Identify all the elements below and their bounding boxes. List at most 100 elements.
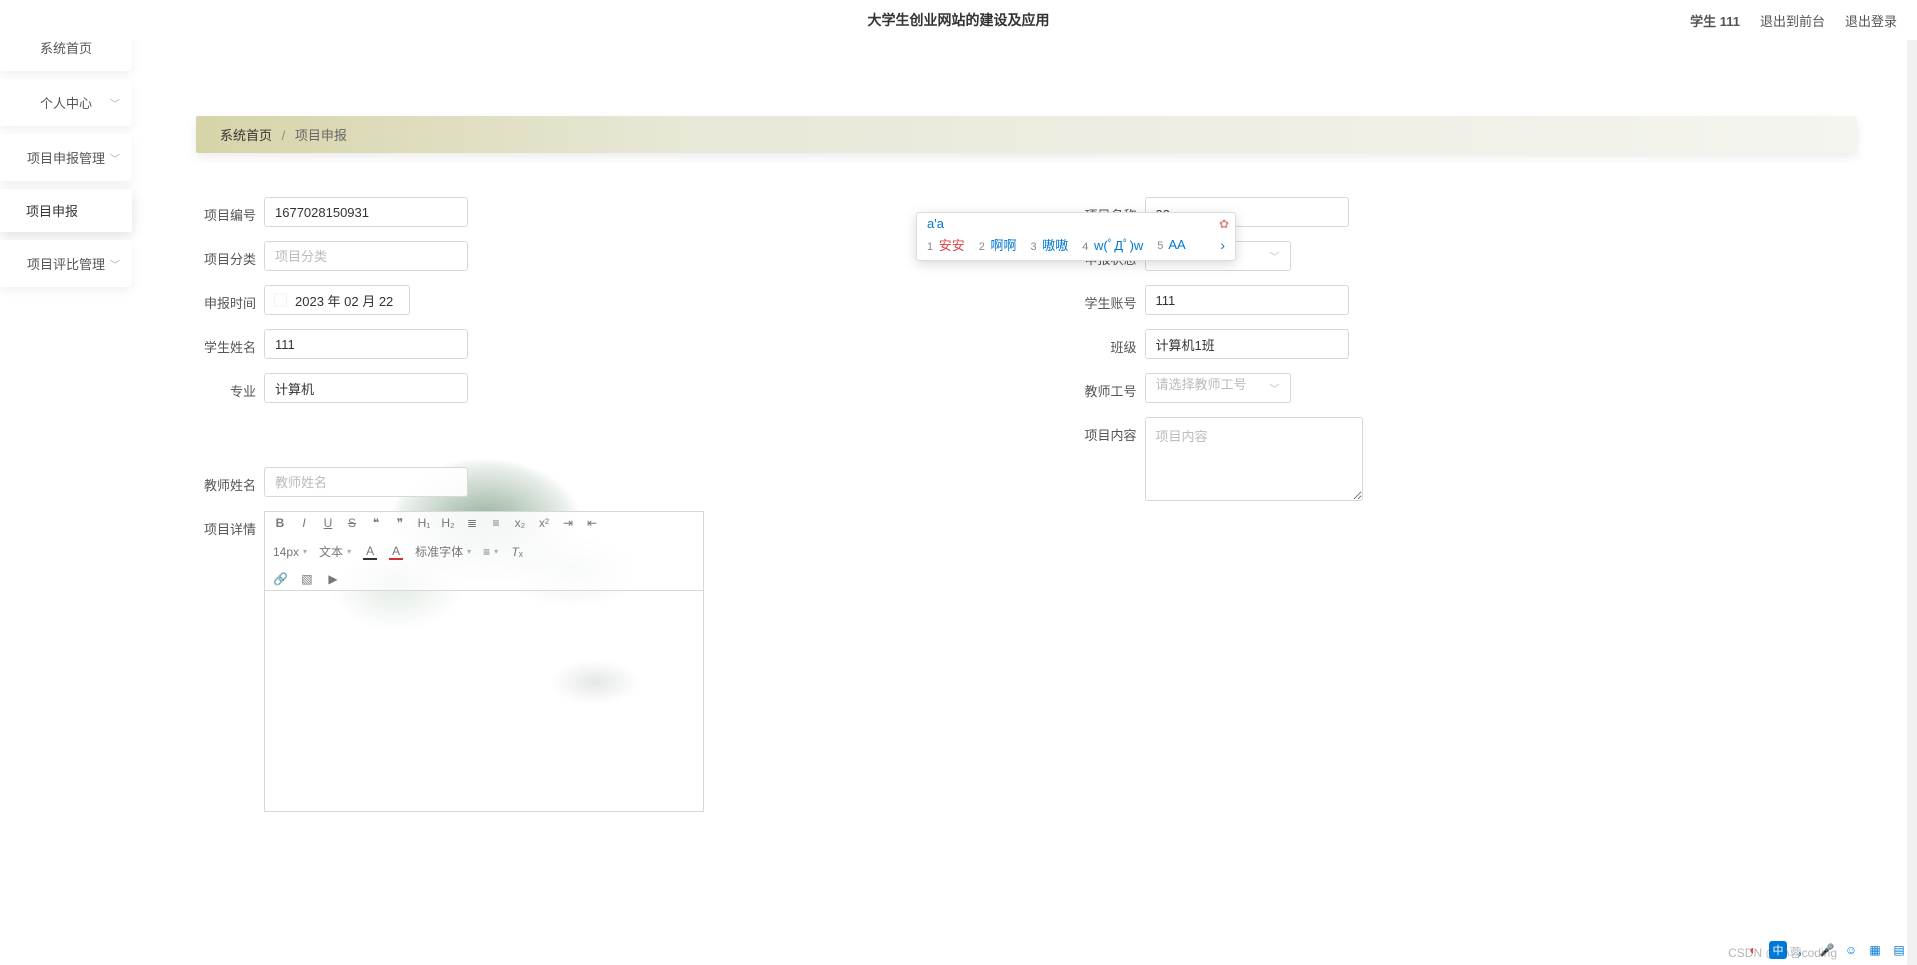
ime-close-icon[interactable]: ✿ [1219, 217, 1229, 231]
ime-candidate-2[interactable]: 2 啊啊 [979, 235, 1017, 254]
chevron-down-icon: ﹀ [1270, 249, 1280, 264]
teacher-id-select[interactable]: 请选择教师工号 ﹀ [1145, 373, 1291, 403]
video-button[interactable]: ▶ [326, 572, 340, 586]
rich-text-editor: B I U S ❝ ❞ H₁ H₂ ≣ ≡ x₂ x² ⇥ ⇤ [264, 511, 704, 812]
sidebar-item-label: 个人中心 [40, 96, 92, 111]
standard-font-select[interactable]: 标准字体 ▾ [415, 543, 471, 560]
tray-app-icon[interactable]: ▤ [1891, 942, 1907, 958]
project-content-label: 项目内容 [1077, 417, 1137, 444]
teacher-name-input[interactable] [264, 467, 468, 497]
ime-candidates-row: 1 安安 2 啊啊 3 嗷嗷 4 w(ﾟДﾟ)w 5 AA › [917, 231, 1235, 260]
align-select[interactable]: ≡▾ [483, 545, 498, 559]
tray-punct-icon[interactable]: ， [1795, 942, 1811, 958]
teacher-id-placeholder: 请选择教师工号 [1156, 377, 1247, 392]
chevron-down-icon: ▾ [347, 547, 351, 556]
underline-button[interactable]: U [321, 516, 335, 530]
breadcrumb: 系统首页 / 项目申报 [196, 116, 1857, 153]
sidebar-item-label: 项目申报 [26, 204, 78, 219]
sidebar-item-project-review-mgmt[interactable]: 项目评比管理 ﹀ [0, 240, 132, 287]
ime-candidate-num: 4 [1082, 241, 1088, 253]
exit-to-front-link[interactable]: 退出到前台 [1760, 11, 1825, 30]
header-right-links: 学生 111 退出到前台 退出登录 [1690, 0, 1897, 40]
chevron-down-icon: ▾ [494, 547, 498, 556]
italic-button[interactable]: I [297, 516, 311, 530]
breadcrumb-separator: / [282, 128, 286, 143]
ime-candidate-1[interactable]: 1 安安 [927, 235, 965, 254]
tray-face-icon[interactable]: ☺ [1843, 942, 1859, 958]
ime-candidate-popup: ✿ a'a 1 安安 2 啊啊 3 嗷嗷 4 w(ﾟДﾟ)w 5 AA › [916, 212, 1236, 261]
bold-button[interactable]: B [273, 516, 287, 530]
chevron-down-icon: ﹀ [110, 95, 120, 110]
sidebar-item-project-apply-mgmt[interactable]: 项目申报管理 ﹀ [0, 134, 132, 181]
major-label: 专业 [196, 373, 256, 400]
ime-candidate-4[interactable]: 4 w(ﾟДﾟ)w [1082, 235, 1143, 254]
font-size-value: 14px [273, 545, 299, 559]
editor-body[interactable] [265, 591, 703, 811]
app-title: 大学生创业网站的建设及应用 [868, 10, 1050, 30]
ordered-list-button[interactable]: ≡ [489, 516, 503, 530]
h2-button[interactable]: H₂ [441, 516, 455, 530]
top-header: 大学生创业网站的建设及应用 学生 111 退出到前台 退出登录 [0, 0, 1917, 40]
student-name-label: 学生姓名 [196, 329, 256, 356]
font-size-select[interactable]: 14px ▾ [273, 545, 307, 559]
sidebar-subitem-project-apply[interactable]: 项目申报 [0, 189, 132, 232]
project-content-textarea[interactable] [1145, 417, 1363, 501]
form-left-column: 项目编号 项目分类 申报时间 学生姓名 专业 [196, 197, 977, 826]
indent-button[interactable]: ⇥ [561, 516, 575, 530]
ime-composition: a'a [917, 213, 1235, 231]
class-input[interactable] [1145, 329, 1349, 359]
clear-format-button[interactable]: Tₓ [510, 545, 524, 559]
ime-candidate-3[interactable]: 3 嗷嗷 [1031, 235, 1069, 254]
subscript-button[interactable]: x₂ [513, 516, 527, 530]
bg-color-button[interactable]: A [389, 544, 403, 560]
ime-candidate-5[interactable]: 5 AA [1157, 237, 1185, 252]
apply-time-label: 申报时间 [196, 285, 256, 312]
sidebar-item-personal-center[interactable]: 个人中心 ﹀ [0, 79, 132, 126]
project-detail-label: 项目详情 [196, 511, 256, 538]
ime-candidate-word: w(ﾟДﾟ)w [1094, 238, 1143, 253]
strikethrough-button[interactable]: S [345, 516, 359, 530]
image-button[interactable]: ▧ [300, 572, 314, 586]
quote-button[interactable]: ❝ [369, 516, 383, 530]
chevron-down-icon: ﹀ [1270, 381, 1280, 396]
teacher-name-label: 教师姓名 [196, 467, 256, 494]
logout-link[interactable]: 退出登录 [1845, 11, 1897, 30]
font-color-button[interactable]: A [363, 544, 377, 560]
superscript-button[interactable]: x² [537, 516, 551, 530]
breadcrumb-wrap: 系统首页 / 项目申报 [196, 116, 1857, 153]
form-area: 项目编号 项目分类 申报时间 学生姓名 专业 [196, 197, 1857, 826]
form-right-column: 项目名称 申报状态 ﹀ 学生账号 班级 教师工号 请选择教师工号 [1077, 197, 1858, 826]
project-no-label: 项目编号 [196, 197, 256, 224]
code-button[interactable]: ❞ [393, 516, 407, 530]
tray-folder-icon[interactable]: ▦ [1867, 942, 1883, 958]
main-content: 系统首页 / 项目申报 项目编号 项目分类 申报时间 [132, 40, 1917, 965]
teacher-id-label: 教师工号 [1077, 373, 1137, 400]
ime-candidate-num: 1 [927, 241, 933, 253]
unordered-list-button[interactable]: ≣ [465, 516, 479, 530]
chevron-down-icon: ▾ [467, 547, 471, 556]
link-button[interactable]: 🔗 [273, 572, 288, 586]
sidebar-item-label: 项目申报管理 [27, 151, 105, 166]
student-account-input[interactable] [1145, 285, 1349, 315]
sidebar: 系统首页 个人中心 ﹀ 项目申报管理 ﹀ 项目申报 项目评比管理 ﹀ [0, 0, 132, 965]
chevron-down-icon: ▾ [303, 547, 307, 556]
project-no-input[interactable] [264, 197, 468, 227]
system-tray: ◐ 中 ， 🎤 ☺ ▦ ▤ [1745, 941, 1907, 959]
h1-button[interactable]: H₁ [417, 516, 431, 530]
breadcrumb-home[interactable]: 系统首页 [220, 128, 272, 143]
class-label: 班级 [1077, 329, 1137, 356]
ime-more-icon[interactable]: › [1220, 237, 1225, 253]
font-family-select[interactable]: 文本 ▾ [319, 543, 351, 560]
tray-mic-icon[interactable]: 🎤 [1819, 942, 1835, 958]
student-label[interactable]: 学生 111 [1690, 11, 1740, 30]
project-category-input[interactable] [264, 241, 468, 271]
apply-time-input[interactable] [264, 285, 410, 315]
ime-candidate-word: 安安 [939, 238, 965, 253]
outdent-button[interactable]: ⇤ [585, 516, 599, 530]
tray-misc-icon[interactable]: ◐ [1745, 942, 1761, 958]
font-family-value: 文本 [319, 543, 343, 560]
ime-mode-indicator[interactable]: 中 [1769, 941, 1787, 959]
major-input[interactable] [264, 373, 468, 403]
student-name-input[interactable] [264, 329, 468, 359]
project-category-label: 项目分类 [196, 241, 256, 268]
